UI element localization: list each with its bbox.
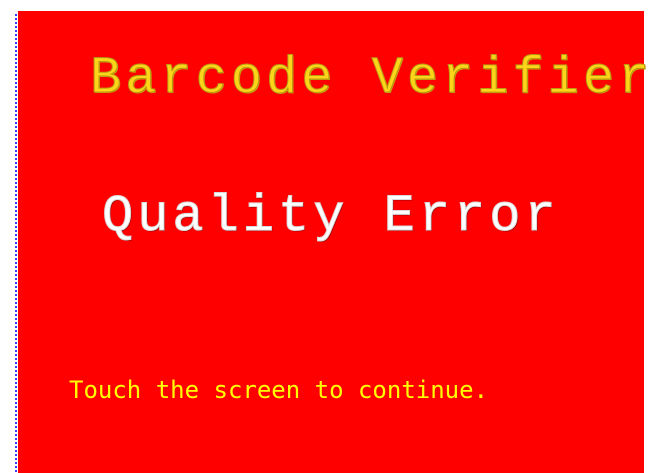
left-border-line: [15, 14, 17, 473]
display-frame: Barcode Verifier Quality Error Touch the…: [0, 0, 654, 473]
error-message: Quality Error: [102, 187, 560, 247]
continue-prompt: Touch the screen to continue.: [69, 376, 489, 404]
app-title: Barcode Verifier: [90, 49, 654, 109]
touch-screen[interactable]: Barcode Verifier Quality Error Touch the…: [18, 11, 654, 473]
